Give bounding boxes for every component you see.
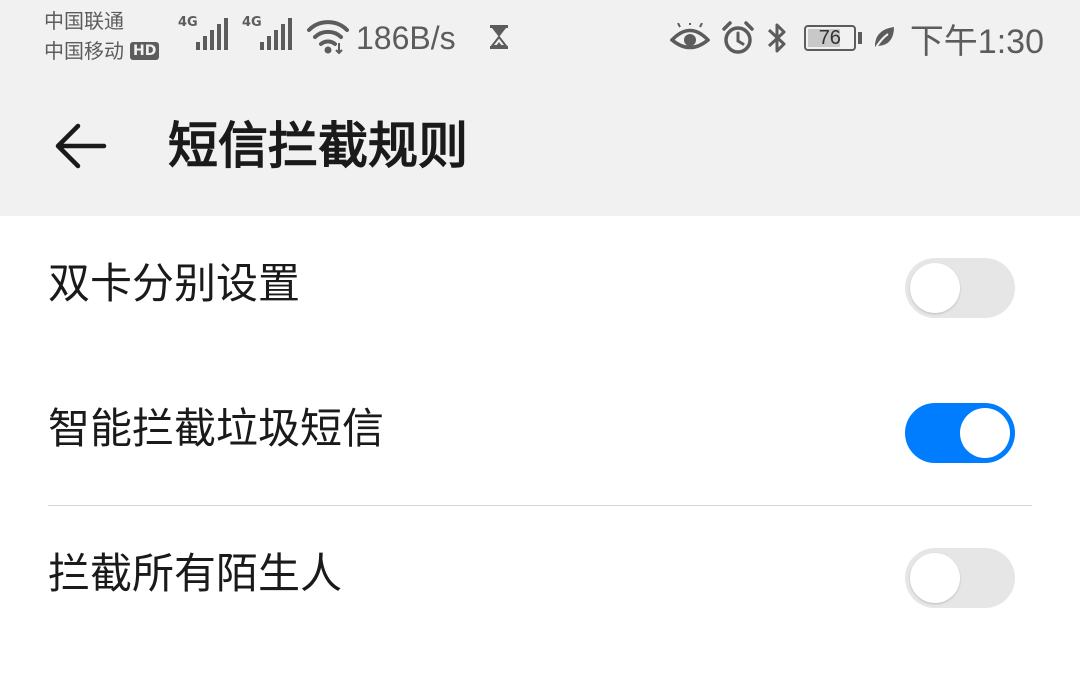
- signal-indicators: 4G 4G: [178, 16, 296, 52]
- toggle-knob: [910, 553, 960, 603]
- clock-time: 下午1:30: [909, 22, 1044, 61]
- back-button[interactable]: [40, 106, 120, 186]
- settings-list: 双卡分别设置 智能拦截垃圾短信 拦截所有陌生人: [0, 216, 1080, 651]
- app-toolbar: 短信拦截规则: [0, 76, 1080, 216]
- network-speed: 186B/s: [356, 20, 456, 56]
- block-strangers-toggle[interactable]: [905, 548, 1015, 608]
- eye-comfort-icon: [669, 23, 710, 53]
- bluetooth-icon: [766, 20, 788, 56]
- battery-icon: 76: [803, 25, 856, 51]
- toggle-knob: [910, 263, 960, 313]
- signal-icon: 4G: [178, 16, 232, 52]
- hourglass-icon: [488, 24, 510, 50]
- signal-2-type: 4G: [242, 15, 262, 30]
- page-title: 短信拦截规则: [168, 117, 468, 175]
- alarm-icon: [720, 20, 756, 56]
- setting-row-smart-spam-block[interactable]: 智能拦截垃圾短信: [0, 361, 1080, 506]
- hd-badge: HD: [130, 42, 160, 60]
- setting-row-block-strangers[interactable]: 拦截所有陌生人: [0, 506, 1080, 651]
- battery-nub: [857, 32, 862, 44]
- battery-level: 76: [818, 27, 841, 49]
- dual-sim-toggle[interactable]: [905, 258, 1015, 318]
- back-arrow-icon: [55, 123, 107, 169]
- system-status-icons: 76 下午1:30: [669, 12, 1044, 64]
- toggle-knob: [960, 408, 1010, 458]
- setting-label: 智能拦截垃圾短信: [48, 404, 385, 453]
- wifi-icon: [306, 16, 350, 56]
- leaf-icon: [872, 25, 896, 51]
- signal-icon: 4G: [242, 16, 296, 52]
- setting-label: 拦截所有陌生人: [48, 549, 343, 598]
- carrier-info: 中国联通 中国移动 HD: [44, 6, 160, 66]
- status-bar: 中国联通 中国移动 HD 4G 4G 186B/s 76 下午1:30: [0, 0, 1080, 76]
- setting-label: 双卡分别设置: [48, 259, 301, 308]
- setting-row-dual-sim[interactable]: 双卡分别设置: [0, 216, 1080, 361]
- smart-spam-block-toggle[interactable]: [905, 403, 1015, 463]
- carrier-1-label: 中国联通: [44, 9, 124, 33]
- signal-1-type: 4G: [178, 15, 198, 30]
- carrier-2-label: 中国移动: [44, 39, 124, 63]
